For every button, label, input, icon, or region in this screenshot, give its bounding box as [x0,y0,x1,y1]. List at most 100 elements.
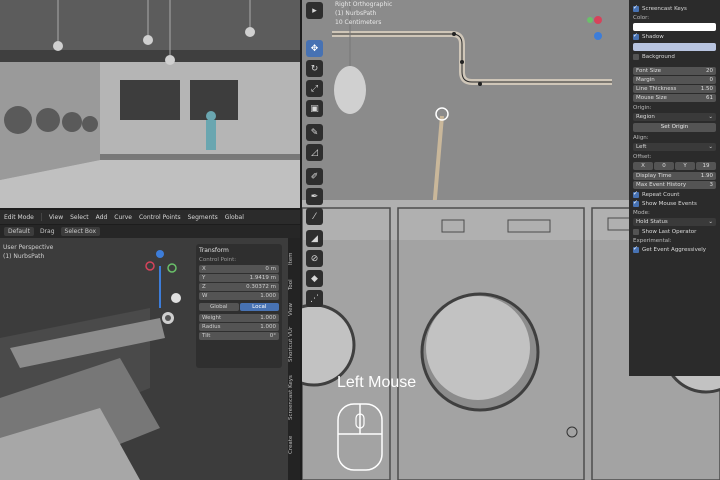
object-name: (1) NurbsPath [3,253,45,260]
line-thickness-field[interactable]: Line Thickness 1.50 [633,85,716,93]
field-tilt[interactable]: Tilt 0° [199,332,279,340]
pen-icon: ✒ [310,191,319,202]
chevron-down-icon: ⌄ [708,144,713,150]
move-tool-button[interactable]: ✥ [306,40,323,57]
extrude-tool-button[interactable]: ◆ [306,270,323,287]
editor-header: Edit Mode View Select Add Curve Control … [0,210,300,224]
menu-view[interactable]: View [49,214,63,221]
chevron-down-icon: ⌄ [708,219,713,225]
pivot-select[interactable]: Default [4,227,34,236]
screencast-keys-panel: Screencast Keys Color: Shadow Background… [629,0,720,376]
tilt-tool-button[interactable]: ◢ [306,230,323,247]
tab-tool[interactable]: Tool [288,274,300,296]
orientation-select[interactable]: Global [225,214,244,221]
align-select[interactable]: Left ⌄ [633,143,716,151]
randomize-icon: ⋰ [310,293,319,304]
field-y[interactable]: Y 1.9419 m [199,274,279,282]
menu-add[interactable]: Add [96,214,108,221]
chevron-down-icon: ⌄ [708,114,713,120]
view-type-label: Right Orthographic [335,1,393,8]
space-toggle: Global Local [199,303,279,311]
origin-select[interactable]: Region ⌄ [633,113,716,121]
background-toggle[interactable]: Background [633,54,716,60]
font-size-field[interactable]: Font Size 20 [633,67,716,75]
field-w[interactable]: W 1.000 [199,292,279,300]
tab-item[interactable]: Item [288,246,300,272]
mode-select[interactable]: Edit Mode [4,214,34,221]
drag-select[interactable]: Select Box [60,227,101,236]
screencast-mouse-label: Left Mouse [337,374,417,391]
show-mouse-events-toggle[interactable]: Show Mouse Events [633,199,716,207]
scale-icon: ⤢ [310,83,319,94]
field-x[interactable]: X0 m [199,265,279,273]
scale-tool-button[interactable]: ⤢ [306,80,323,97]
space-local-button[interactable]: Local [239,303,279,311]
knife-tool-button[interactable]: ⁄ [306,208,323,225]
offset-fields: X 0 Y 19 [633,162,716,170]
menu-segments[interactable]: Segments [188,214,218,221]
draw-icon: ✐ [310,171,319,182]
measure-tool-button[interactable]: ◿ [306,144,323,161]
render-preview [0,0,300,208]
tab-view[interactable]: View [288,298,300,320]
grid-scale-label: 10 Centimeters [335,19,382,26]
shadow-color-swatch[interactable] [633,43,716,51]
screencast-keys-toggle[interactable]: Screencast Keys [633,4,716,12]
experimental-label: Experimental: [633,238,672,244]
show-last-operator-toggle[interactable]: Show Last Operator [633,229,716,235]
mode-select[interactable]: Hold Status ⌄ [633,218,716,226]
draw-tool-button[interactable]: ✐ [306,168,323,185]
max-event-history-field[interactable]: Max Event History 3 [633,181,716,189]
offset-y-label: Y [675,162,695,170]
display-time-field[interactable]: Display Time 1.90 [633,172,716,180]
checkbox-icon [633,245,639,253]
sidebar-tabs: Item Tool View Shortcut VUr Screencast K… [288,238,300,480]
get-event-aggressively-toggle[interactable]: Get Event Aggressively [633,245,716,253]
field-z[interactable]: Z 0.30372 m [199,283,279,291]
menu-select[interactable]: Select [70,214,89,221]
offset-label: Offset: [633,154,652,160]
control-point-label: Control Point: [199,257,237,263]
space-global-button[interactable]: Global [199,303,239,311]
set-origin-button[interactable]: Set Origin [633,123,716,132]
select-tool-button[interactable]: ▸ [306,2,323,19]
knife-icon: ⁄ [313,211,316,222]
header-divider [40,213,42,221]
radius-icon: ⊘ [310,253,319,264]
extrude-icon: ◆ [311,273,318,284]
randomize-tool-button[interactable]: ⋰ [306,290,323,307]
offset-y-field[interactable]: 19 [696,162,716,170]
transform-icon: ▣ [310,103,319,114]
shadow-toggle[interactable]: Shadow [633,32,716,40]
color-label: Color: [633,15,650,21]
menu-control-points[interactable]: Control Points [139,214,181,221]
margin-field[interactable]: Margin 0 [633,76,716,84]
measure-icon: ◿ [311,147,318,158]
transform-tool-button[interactable]: ▣ [306,100,323,117]
tab-create[interactable]: Create [288,430,300,460]
rotate-tool-button[interactable]: ↻ [306,60,323,77]
render-scene [0,0,300,208]
menu-curve[interactable]: Curve [114,214,132,221]
mouse-icon [337,403,383,471]
transform-title: Transform [199,247,229,254]
field-weight[interactable]: Weight 1.000 [199,314,279,322]
text-color-swatch[interactable] [633,23,716,31]
radius-tool-button[interactable]: ⊘ [306,250,323,267]
annotate-tool-button[interactable]: ✎ [306,124,323,141]
field-radius[interactable]: Radius 1.000 [199,323,279,331]
cursor-icon: ▸ [312,5,317,16]
tab-shortcut[interactable]: Shortcut VUr [288,322,300,366]
origin-label: Origin: [633,105,652,111]
tilt-icon: ◢ [311,233,318,244]
mode-label: Mode: [633,210,650,216]
pen-tool-button[interactable]: ✒ [306,188,323,205]
checkbox-icon [633,32,639,40]
align-label: Align: [633,135,649,141]
offset-x-label: X [633,162,653,170]
mouse-size-field[interactable]: Mouse Size 61 [633,94,716,102]
offset-x-field[interactable]: 0 [654,162,674,170]
repeat-count-toggle[interactable]: Repeat Count [633,190,716,198]
view-name: User Perspective [3,244,54,251]
tab-screencast-keys[interactable]: Screencast Keys [288,368,300,428]
